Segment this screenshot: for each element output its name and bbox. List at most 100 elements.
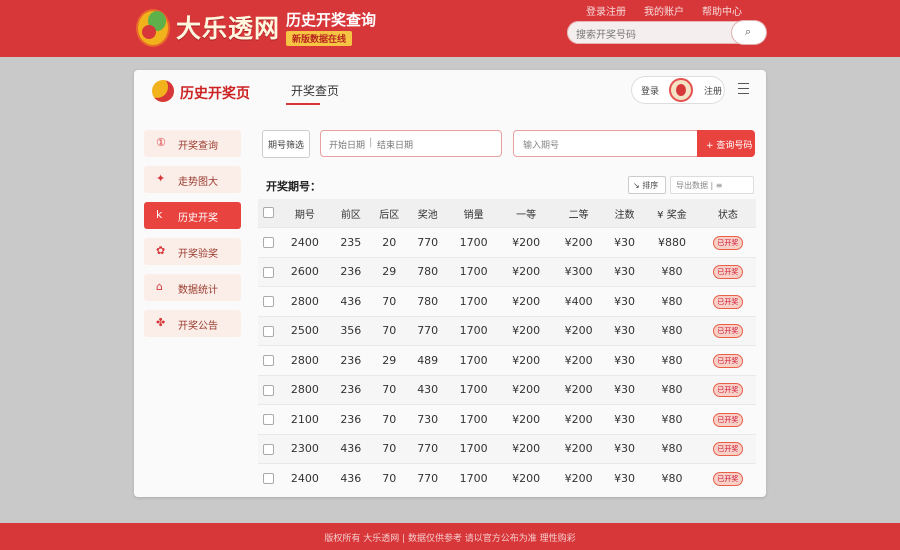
row-checkbox[interactable] — [258, 227, 279, 257]
table-cell: 70 — [370, 374, 408, 405]
table-cell: ¥200 — [552, 315, 605, 346]
table-row[interactable]: 2600 236 29 780 1700 ¥200 ¥300 ¥30 ¥80 已开奖 — [258, 256, 756, 287]
column-header[interactable]: 前区 — [331, 199, 371, 228]
row-checkbox[interactable] — [258, 345, 279, 375]
row-checkbox[interactable] — [258, 315, 279, 346]
select-all-checkbox[interactable] — [258, 199, 279, 228]
period-select[interactable]: 期号筛选 — [262, 130, 310, 158]
table-row[interactable]: 2800 236 70 430 1700 ¥200 ¥200 ¥30 ¥80 已开奖 — [258, 374, 756, 405]
row-checkbox[interactable] — [258, 286, 279, 316]
sidebar-item-stats[interactable]: ⌂ 数据统计 — [144, 274, 241, 301]
row-checkbox[interactable] — [258, 374, 279, 405]
header-search[interactable]: 搜索开奖号码 ⌕ — [567, 21, 766, 44]
footer: 版权所有 大乐透网 | 数据仅供参考 请以官方公布为准 理性购彩 — [0, 523, 900, 550]
table-cell: ¥30 — [604, 286, 645, 316]
status-badge[interactable]: 已开奖 — [712, 412, 743, 427]
table-cell: ¥200 — [499, 345, 553, 375]
table-row[interactable]: 2400 436 70 770 1700 ¥200 ¥200 ¥30 ¥80 已开奖 — [258, 463, 756, 493]
sidebar-item-query[interactable]: ① 开奖查询 — [144, 130, 241, 157]
hamburger-menu-icon[interactable] — [738, 83, 749, 98]
top-link-login[interactable]: 登录注册 — [586, 3, 626, 18]
column-header[interactable]: 二等 — [552, 199, 605, 228]
status-badge[interactable]: 已开奖 — [712, 235, 743, 250]
table-cell: ¥200 — [499, 227, 553, 257]
table-cell: ¥30 — [604, 227, 645, 257]
top-link-help[interactable]: 帮助中心 — [702, 3, 742, 18]
brand[interactable]: 大乐透网 历史开奖查询 新版数据在线 — [134, 5, 376, 49]
row-checkbox[interactable] — [258, 433, 279, 464]
table-row[interactable]: 2100 236 70 730 1700 ¥200 ¥200 ¥30 ¥80 已开奖 — [258, 404, 756, 434]
table-cell: ¥80 — [644, 256, 700, 287]
issue-input[interactable]: 输入期号 — [513, 130, 701, 157]
table-row[interactable]: 2800 236 29 489 1700 ¥200 ¥200 ¥30 ¥80 已开奖 — [258, 345, 756, 375]
brand-tagline: 历史开奖查询 新版数据在线 — [286, 9, 376, 46]
table-cell: ¥30 — [604, 463, 645, 493]
date-to-field[interactable]: 结束日期 — [377, 138, 413, 151]
table-row[interactable]: 2800 436 70 780 1700 ¥200 ¥400 ¥30 ¥80 已开奖 — [258, 286, 756, 316]
table-row[interactable]: 2500 356 70 770 1700 ¥200 ¥200 ¥30 ¥80 已开奖 — [258, 315, 756, 346]
status-badge[interactable]: 已开奖 — [712, 265, 743, 280]
table-row[interactable]: 2400 235 20 770 1700 ¥200 ¥200 ¥30 ¥880 已开奖 — [258, 227, 756, 257]
header-search-input[interactable]: 搜索开奖号码 — [576, 26, 636, 41]
table-row[interactable]: 2300 436 70 770 1700 ¥200 ¥200 ¥30 ¥80 已开奖 — [258, 433, 756, 464]
sidebar-item-notice[interactable]: ✤ 开奖公告 — [144, 310, 241, 337]
sidebar-item-verify[interactable]: ✿ 开奖验奖 — [144, 238, 241, 265]
status-badge-cell: 已开奖 — [699, 227, 756, 257]
table-cell: 770 — [408, 315, 448, 346]
header-search-button[interactable]: ⌕ — [732, 21, 766, 44]
column-header[interactable]: 后区 — [370, 199, 408, 228]
lottery-balls-logo — [134, 5, 174, 49]
column-header[interactable]: 期号 — [278, 199, 332, 228]
table-cell: 430 — [408, 374, 448, 405]
table-cell: 70 — [370, 286, 408, 316]
table-cell: ¥200 — [499, 433, 553, 464]
sidebar-item-history[interactable]: k 历史开奖 — [144, 202, 241, 229]
date-range-picker[interactable]: 开始日期 | 结束日期 — [320, 130, 502, 157]
table-cell: ¥30 — [604, 404, 645, 434]
table-cell: 356 — [331, 315, 371, 346]
status-badge[interactable]: 已开奖 — [712, 383, 743, 398]
top-link-account[interactable]: 我的账户 — [644, 3, 684, 18]
row-checkbox[interactable] — [258, 463, 279, 493]
brand-tagline-text: 历史开奖查询 — [286, 10, 377, 29]
sort-button[interactable]: ↘ 排序 — [628, 176, 666, 194]
column-header[interactable]: 一等 — [499, 199, 553, 228]
tab-history[interactable]: 开奖查页 — [291, 82, 339, 99]
status-badge-cell: 已开奖 — [699, 345, 756, 375]
column-header[interactable]: 注数 — [604, 199, 645, 228]
status-badge[interactable]: 已开奖 — [712, 442, 743, 457]
query-button-label: + 查询号码 — [706, 141, 753, 151]
status-badge[interactable]: 已开奖 — [712, 471, 743, 486]
sidebar: ① 开奖查询 ✦ 走势图大 k 历史开奖 ✿ 开奖验奖 ⌂ 数据统计 ✤ 开奖公… — [144, 130, 244, 346]
user-pill[interactable]: 登录 注册 — [632, 77, 724, 103]
row-checkbox[interactable] — [258, 404, 279, 434]
login-link[interactable]: 登录 — [641, 84, 659, 97]
column-header[interactable]: ¥ 奖金 — [644, 199, 700, 228]
column-header[interactable]: 奖池 — [408, 199, 448, 228]
column-header[interactable]: 状态 — [699, 199, 756, 228]
export-button[interactable]: 导出数据 | ≡ — [670, 176, 754, 194]
status-badge[interactable]: 已开奖 — [712, 294, 743, 309]
avatar[interactable] — [669, 78, 693, 102]
history-table: 期号 前区 后区 奖池 销量 一等 二等 注数 ¥ 奖金 状态 2400 235 2… — [258, 199, 756, 493]
table-cell: ¥80 — [644, 286, 700, 316]
sidebar-icon: ① — [156, 136, 166, 149]
table-cell: 1700 — [447, 463, 500, 493]
table-cell: ¥880 — [644, 227, 700, 257]
table-cell: 2500 — [278, 315, 332, 346]
row-checkbox[interactable] — [258, 256, 279, 287]
date-from-field[interactable]: 开始日期 — [329, 138, 365, 151]
table-cell: ¥30 — [604, 433, 645, 464]
query-button[interactable]: + 查询号码 — [697, 130, 755, 157]
table-cell: ¥200 — [552, 345, 605, 375]
register-link[interactable]: 注册 — [704, 84, 722, 97]
table-cell: 236 — [331, 345, 371, 375]
search-icon: ⌕ — [745, 25, 752, 38]
export-button-label: 导出数据 | ≡ — [676, 181, 723, 190]
column-header[interactable]: 销量 — [447, 199, 500, 228]
status-badge[interactable]: 已开奖 — [712, 353, 743, 368]
status-badge[interactable]: 已开奖 — [712, 324, 743, 339]
sort-button-label: ↘ 排序 — [633, 181, 659, 190]
sidebar-item-trend[interactable]: ✦ 走势图大 — [144, 166, 241, 193]
table-cell: 436 — [331, 433, 371, 464]
